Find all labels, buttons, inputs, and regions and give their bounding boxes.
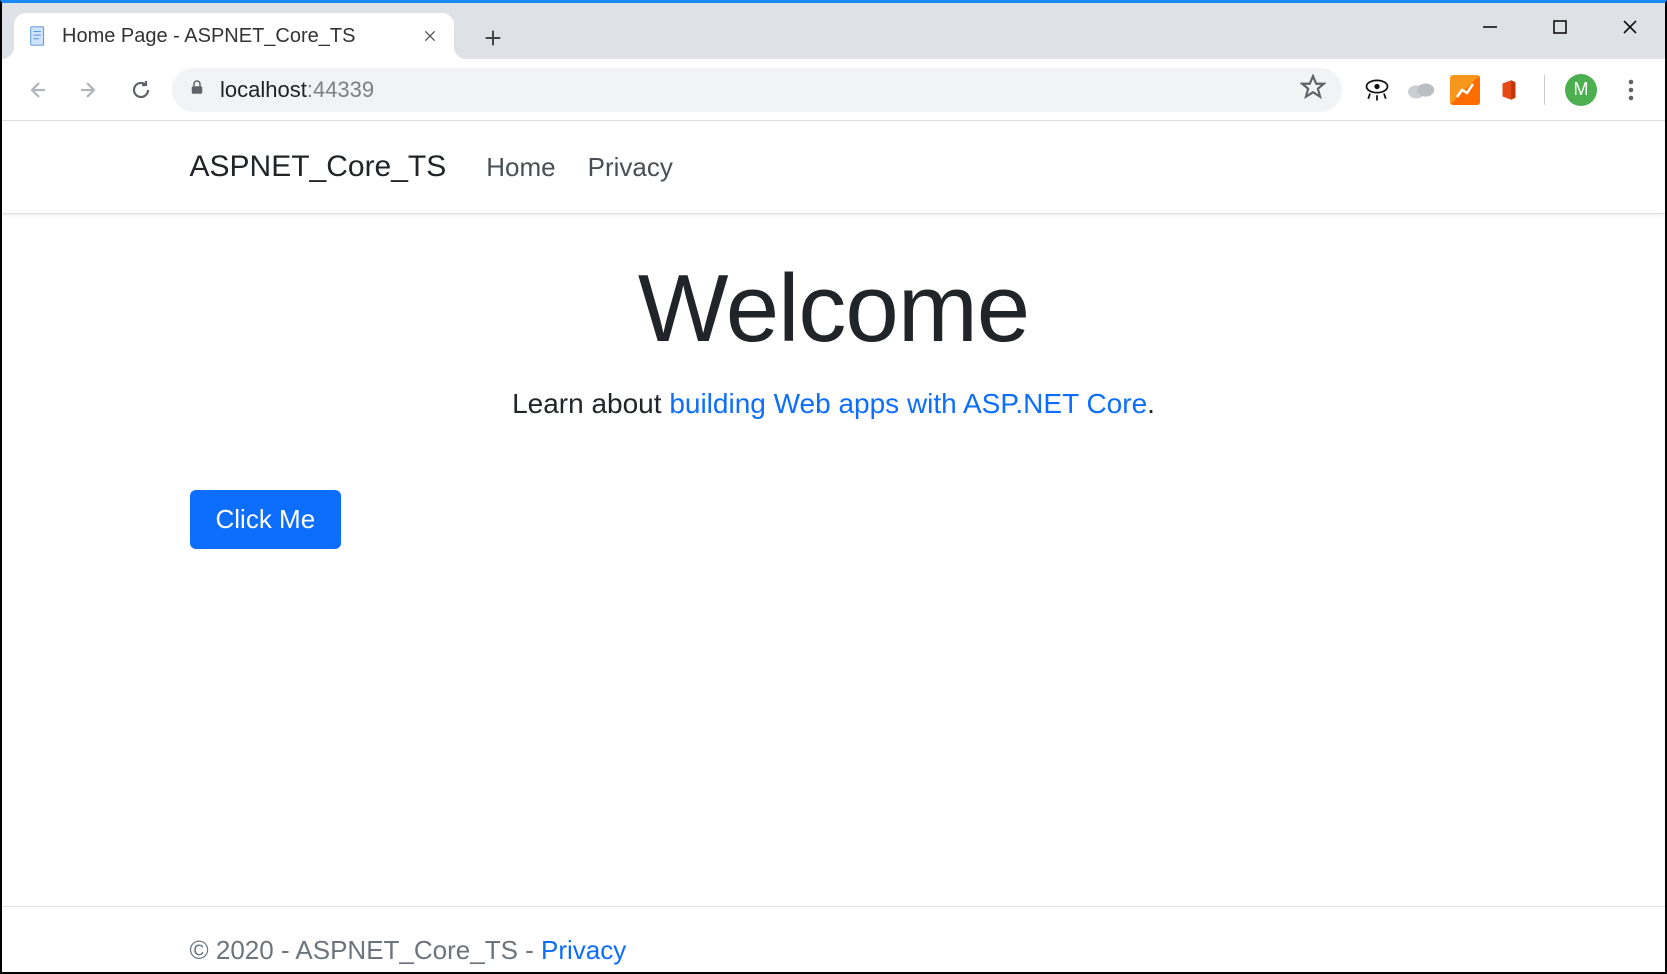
site-header: ASPNET_Core_TS Home Privacy — [2, 121, 1665, 214]
nav-links: Home Privacy — [486, 152, 673, 183]
page-viewport: ASPNET_Core_TS Home Privacy Welcome Lear… — [2, 121, 1665, 972]
hero: Welcome Learn about building Web apps wi… — [190, 254, 1478, 420]
cloud-extension-icon[interactable] — [1406, 75, 1436, 105]
window-minimize-button[interactable] — [1455, 3, 1525, 51]
site-footer: © 2020 - ASPNET_Core_TS - Privacy — [2, 906, 1665, 972]
browser-toolbar: localhost:44339 M — [2, 59, 1665, 121]
office-extension-icon[interactable] — [1494, 75, 1524, 105]
back-button[interactable] — [16, 69, 58, 111]
click-me-button[interactable]: Click Me — [190, 490, 342, 549]
nav-link-home[interactable]: Home — [486, 152, 555, 183]
bookmark-star-icon[interactable] — [1300, 74, 1326, 105]
main-content: Welcome Learn about building Web apps wi… — [2, 214, 1665, 906]
navbar: ASPNET_Core_TS Home Privacy — [190, 121, 1478, 213]
lead-text: Learn about building Web apps with ASP.N… — [190, 388, 1478, 420]
toolbar-separator — [1544, 75, 1545, 105]
eye-extension-icon[interactable] — [1362, 75, 1392, 105]
lock-icon — [188, 77, 206, 102]
browser-menu-button[interactable] — [1611, 75, 1651, 105]
window-maximize-button[interactable] — [1525, 3, 1595, 51]
window-controls — [1455, 3, 1665, 51]
browser-tab[interactable]: Home Page - ASPNET_Core_TS — [14, 13, 454, 59]
address-bar[interactable]: localhost:44339 — [172, 68, 1342, 112]
avatar-letter: M — [1574, 79, 1589, 100]
extension-icons: M — [1362, 74, 1651, 106]
button-row: Click Me — [190, 420, 1478, 549]
lead-link[interactable]: building Web apps with ASP.NET Core — [669, 388, 1147, 419]
forward-button[interactable] — [68, 69, 110, 111]
lead-prefix: Learn about — [512, 388, 669, 419]
brand-link[interactable]: ASPNET_Core_TS — [190, 150, 447, 184]
lead-suffix: . — [1147, 388, 1155, 419]
reload-button[interactable] — [120, 69, 162, 111]
page-favicon-icon — [28, 25, 50, 47]
close-tab-icon[interactable] — [420, 26, 440, 46]
url-text: localhost:44339 — [220, 77, 374, 103]
footer-privacy-link[interactable]: Privacy — [541, 935, 626, 965]
page-title: Welcome — [190, 254, 1478, 364]
tab-title: Home Page - ASPNET_Core_TS — [62, 25, 408, 48]
new-tab-button[interactable] — [472, 17, 514, 59]
analytics-extension-icon[interactable] — [1450, 75, 1480, 105]
window-close-button[interactable] — [1595, 3, 1665, 51]
nav-link-privacy[interactable]: Privacy — [588, 152, 673, 183]
footer-text: © 2020 - ASPNET_Core_TS - — [190, 935, 542, 965]
profile-avatar[interactable]: M — [1565, 74, 1597, 106]
browser-tab-strip: Home Page - ASPNET_Core_TS — [2, 3, 1665, 59]
